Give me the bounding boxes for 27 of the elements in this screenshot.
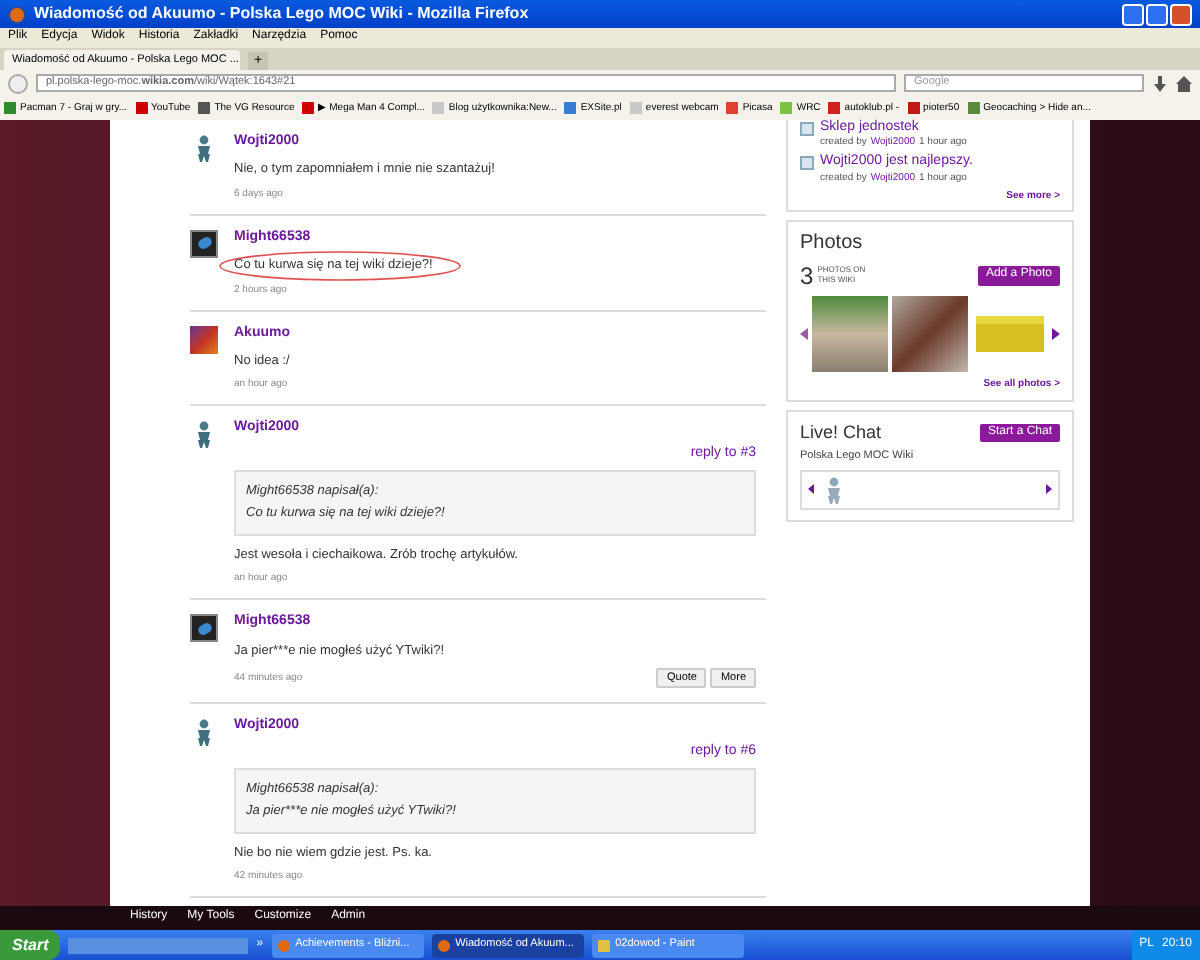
figure-avatar-icon: [192, 134, 216, 162]
close-button[interactable]: [1170, 3, 1192, 25]
window-title: Wiadomość od Akuumo - Polska Lego MOC Wiki - Mozilla Firefox: [34, 4, 529, 24]
photo-count: 3: [800, 261, 814, 291]
maximize-button[interactable]: [1146, 3, 1168, 25]
previous-arrow-icon[interactable]: [800, 328, 808, 341]
browser-logo-icon: [437, 939, 450, 951]
avatar-image: [190, 325, 218, 354]
module-title: Live! Chat: [800, 422, 882, 444]
module-title: Photos: [800, 231, 865, 256]
home-icon[interactable]: [1176, 75, 1192, 91]
avatar-image: [190, 229, 218, 258]
page-icon: [800, 122, 814, 136]
browser-logo-icon: [277, 939, 290, 951]
previous-arrow-icon[interactable]: [808, 484, 814, 495]
minimize-button[interactable]: [1122, 3, 1144, 25]
browser-logo-icon: [8, 5, 26, 23]
paint-icon: [597, 939, 610, 951]
avatar-image: [190, 614, 218, 643]
next-arrow-icon[interactable]: [1052, 328, 1060, 341]
figure-avatar-icon: [192, 718, 216, 747]
next-arrow-icon[interactable]: [1046, 484, 1052, 495]
figure-avatar-icon: [192, 420, 216, 449]
page-icon: [800, 156, 814, 171]
download-icon[interactable]: [1152, 75, 1168, 91]
photo-placeholder[interactable]: [892, 296, 968, 373]
start-button[interactable]: Start: [0, 930, 61, 960]
